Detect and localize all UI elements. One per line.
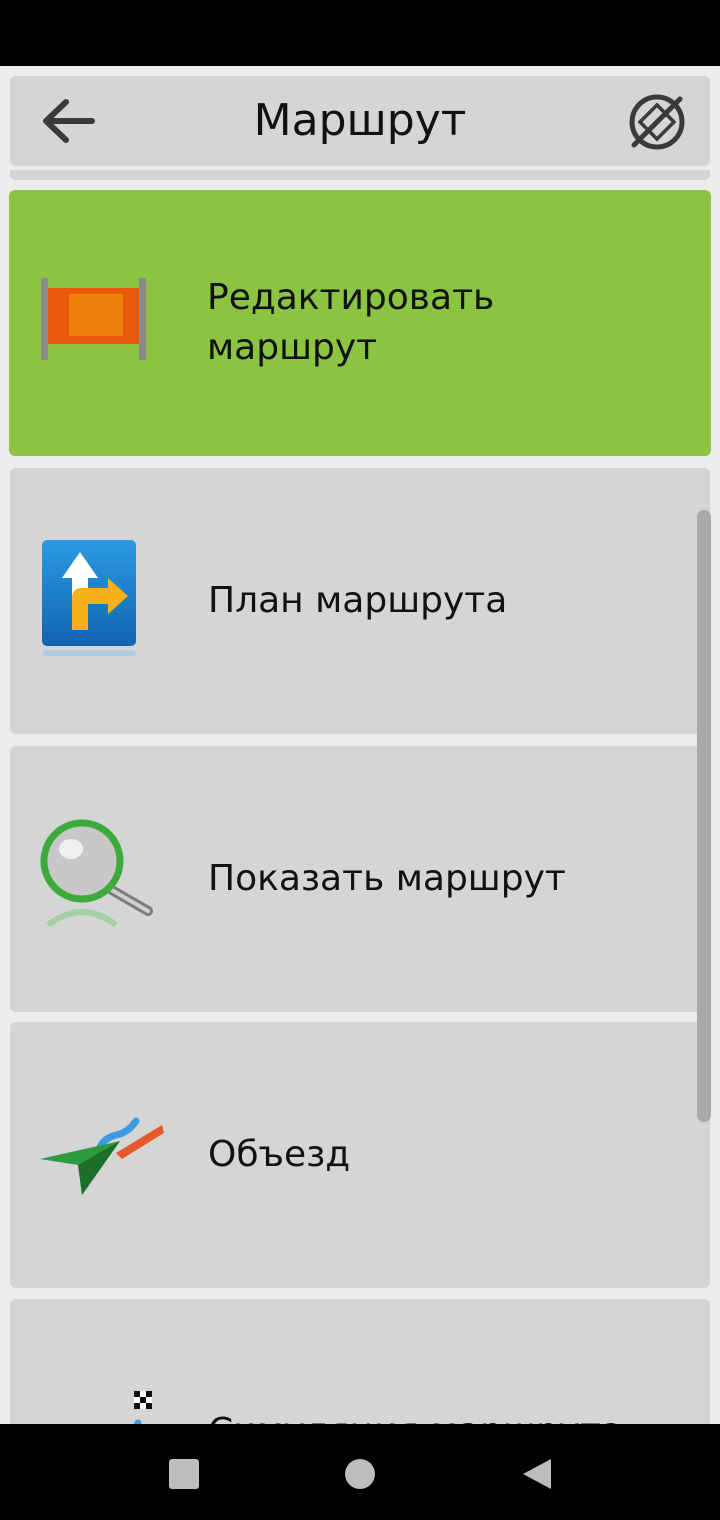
menu-item-detour[interactable]: Объезд [10, 1022, 710, 1288]
scrollbar[interactable] [697, 510, 711, 1122]
menu-item-label: Симуляция маршрута [208, 1299, 670, 1424]
no-gps-icon [629, 94, 685, 150]
arrow-left-icon [43, 99, 95, 143]
triangle-back-icon [523, 1459, 551, 1489]
page-title: Маршрут [253, 95, 467, 146]
route-plan-icon [38, 540, 168, 656]
header-divider [10, 170, 710, 180]
status-bar [0, 0, 720, 66]
edit-route-icon [37, 268, 167, 378]
back-button[interactable] [28, 92, 108, 150]
home-button[interactable] [340, 1454, 380, 1494]
square-icon [169, 1459, 199, 1489]
menu-item-label: Показать маршрут [208, 858, 566, 899]
back-nav-button[interactable] [516, 1454, 556, 1494]
menu-item-route-plan[interactable]: План маршрута [10, 468, 710, 734]
menu-item-edit-route[interactable]: Редактировать маршрут [9, 190, 711, 456]
menu-item-label: Объезд [208, 1134, 351, 1175]
route-simulation-icon [38, 1377, 168, 1424]
recent-apps-button[interactable] [164, 1454, 204, 1494]
detour-icon [38, 1100, 168, 1210]
menu-item-label: Редактировать маршрут [207, 277, 495, 368]
menu-item-label: План маршрута [208, 580, 508, 621]
menu-item-show-route[interactable]: Показать маршрут [10, 746, 710, 1012]
app-screen: Маршрут Редактировать маршрут План маршр… [0, 66, 720, 1424]
circle-icon [345, 1459, 375, 1489]
system-nav-bar [0, 1424, 720, 1520]
gps-status-button[interactable] [624, 90, 690, 154]
menu-item-route-simulation[interactable]: Симуляция маршрута [10, 1299, 710, 1424]
magnifier-icon [38, 819, 168, 934]
header-bar: Маршрут [10, 76, 710, 166]
